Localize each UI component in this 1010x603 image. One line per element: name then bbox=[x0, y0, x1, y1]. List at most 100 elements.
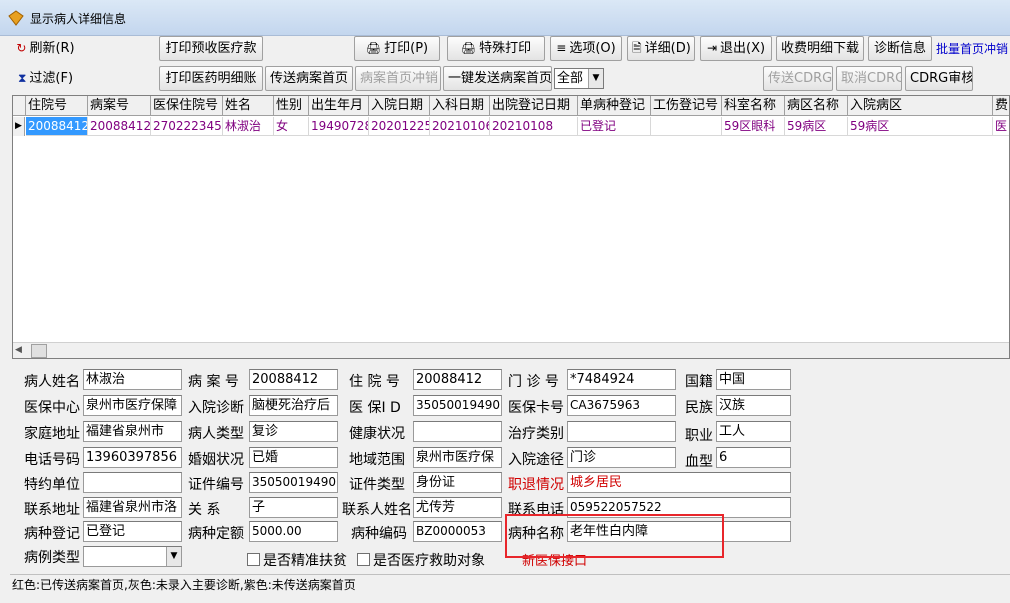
scroll-left-icon[interactable]: ◀ bbox=[15, 345, 22, 355]
column-header[interactable]: 出院登记日期 bbox=[490, 96, 578, 116]
id-type-label: 证件类型 bbox=[349, 477, 405, 493]
scroll-thumb[interactable] bbox=[31, 344, 47, 358]
chevron-down-icon[interactable]: ▼ bbox=[588, 69, 603, 88]
cdrg-review-button[interactable]: CDRG审核 bbox=[905, 66, 973, 91]
job-status-field[interactable]: 城乡居民 bbox=[567, 472, 791, 493]
print-med-detail-button[interactable]: 打印医药明细账 bbox=[159, 66, 263, 91]
blood-field[interactable]: 6 bbox=[716, 447, 791, 468]
disease-reg-label: 病种登记 bbox=[24, 526, 80, 542]
admit-diag-field[interactable]: 脑梗死治疗后 bbox=[249, 395, 338, 416]
column-header[interactable]: 入科日期 bbox=[430, 96, 490, 116]
ins-center-field[interactable]: 泉州市医疗保障 bbox=[83, 395, 182, 416]
table-cell[interactable]: 已登记 bbox=[578, 117, 651, 136]
id-no-label: 证件编号 bbox=[188, 477, 244, 493]
occupation-field[interactable]: 工人 bbox=[716, 421, 791, 442]
medical-aid-checkbox[interactable] bbox=[357, 553, 370, 566]
table-cell[interactable]: 20088412 bbox=[26, 117, 88, 136]
column-header[interactable]: 病案号 bbox=[88, 96, 151, 116]
special-print-button[interactable]: 🖨 特殊打印 bbox=[447, 36, 545, 61]
health-field[interactable] bbox=[413, 421, 502, 442]
table-cell[interactable]: 59病区 bbox=[785, 117, 848, 136]
batch-reverse-link[interactable]: 批量首页冲销 bbox=[936, 40, 1008, 57]
table-cell[interactable]: 270222345 bbox=[151, 117, 223, 136]
column-header[interactable]: 医保住院号 bbox=[151, 96, 223, 116]
patient-type-field[interactable]: 复诊 bbox=[249, 421, 338, 442]
table-cell[interactable]: 医 bbox=[993, 117, 1009, 136]
table-cell[interactable]: 20210106 bbox=[430, 117, 490, 136]
precise-poverty-checkbox[interactable] bbox=[247, 553, 260, 566]
filter-combo[interactable]: 全部 ▼ bbox=[554, 68, 604, 89]
table-cell[interactable]: 19490728 bbox=[309, 117, 369, 136]
app-icon bbox=[8, 10, 24, 26]
ethnic-label: 民族 bbox=[685, 400, 713, 416]
disease-quota-field[interactable]: 5000.00 bbox=[249, 521, 338, 542]
exit-button[interactable]: ⇥ 退出(X) bbox=[700, 36, 772, 61]
diagnosis-button[interactable]: 诊断信息 bbox=[868, 36, 932, 61]
column-header[interactable]: 性别 bbox=[274, 96, 309, 116]
title-bar: 显示病人详细信息 bbox=[0, 0, 1010, 36]
phone-field[interactable]: 13960397856 bbox=[83, 447, 182, 468]
home-addr-field[interactable]: 福建省泉州市 bbox=[83, 421, 182, 442]
treat-type-field[interactable] bbox=[567, 421, 676, 442]
table-cell[interactable]: 女 bbox=[274, 117, 309, 136]
column-header[interactable]: 出生年月 bbox=[309, 96, 369, 116]
contact-name-field[interactable]: 尤传芳 bbox=[413, 497, 502, 518]
record-reverse-button[interactable]: 病案首页冲销 bbox=[355, 66, 441, 91]
ins-card-field[interactable]: CA3675963 bbox=[567, 395, 676, 416]
cancel-cdrg-button[interactable]: 取消CDRG bbox=[836, 66, 902, 91]
ethnic-field[interactable]: 汉族 bbox=[716, 395, 791, 416]
contract-unit-label: 特约单位 bbox=[24, 477, 80, 493]
options-button[interactable]: ≡ 选项(O) bbox=[550, 36, 622, 61]
one-click-send-button[interactable]: 一键发送病案首页 bbox=[443, 66, 552, 91]
disease-quota-label: 病种定额 bbox=[188, 526, 244, 542]
table-cell[interactable]: 59病区 bbox=[848, 117, 993, 136]
case-type-select[interactable]: ▼ bbox=[83, 546, 182, 567]
patient-grid[interactable]: 住院号 病案号 医保住院号 姓名 性别 出生年月 入院日期 入科日期 出院登记日… bbox=[12, 95, 1010, 359]
column-header[interactable]: 入院日期 bbox=[369, 96, 430, 116]
column-header[interactable]: 住院号 bbox=[26, 96, 88, 116]
inpatient-no-field[interactable]: 20088412 bbox=[413, 369, 502, 390]
nationality-field[interactable]: 中国 bbox=[716, 369, 791, 390]
marital-field[interactable]: 已婚 bbox=[249, 447, 338, 468]
horizontal-scrollbar[interactable]: ◀ bbox=[13, 342, 1009, 358]
column-header[interactable]: 姓名 bbox=[223, 96, 274, 116]
id-type-field[interactable]: 身份证 bbox=[413, 472, 502, 493]
column-header[interactable]: 入院病区 bbox=[848, 96, 993, 116]
chevron-down-icon[interactable]: ▼ bbox=[166, 547, 181, 566]
disease-reg-field[interactable]: 已登记 bbox=[83, 521, 182, 542]
table-cell[interactable]: 林淑治 bbox=[223, 117, 274, 136]
contact-addr-field[interactable]: 福建省泉州市洛 bbox=[83, 497, 182, 518]
column-header[interactable]: 工伤登记号 bbox=[651, 96, 722, 116]
status-legend: 红色:已传送病案首页,灰色:未录入主要诊断,紫色:未传送病案首页 bbox=[10, 574, 1010, 594]
disease-code-field[interactable]: BZ0000053 bbox=[413, 521, 502, 542]
admit-route-field[interactable]: 门诊 bbox=[567, 447, 676, 468]
column-header[interactable]: 费 bbox=[993, 96, 1009, 116]
name-field[interactable]: 林淑治 bbox=[83, 369, 182, 390]
print-button[interactable]: 🖨 打印(P) bbox=[354, 36, 440, 61]
contract-unit-field[interactable] bbox=[83, 472, 182, 493]
send-cdrg-button[interactable]: 传送CDRG bbox=[763, 66, 833, 91]
region-field[interactable]: 泉州市医疗保 bbox=[413, 447, 502, 468]
outpatient-no-field[interactable]: *7484924 bbox=[567, 369, 676, 390]
table-cell[interactable] bbox=[651, 117, 722, 136]
table-cell[interactable]: 20088412 bbox=[88, 117, 151, 136]
ins-card-label: 医保卡号 bbox=[508, 400, 564, 416]
detail-button[interactable]: 🗎 详细(D) bbox=[627, 36, 695, 61]
record-no-field[interactable]: 20088412 bbox=[249, 369, 338, 390]
table-cell[interactable]: 20201225 bbox=[369, 117, 430, 136]
send-record-button[interactable]: 传送病案首页 bbox=[265, 66, 353, 91]
column-header[interactable]: 科室名称 bbox=[722, 96, 785, 116]
ins-id-field[interactable]: 350500194907 bbox=[413, 395, 502, 416]
id-no-field[interactable]: 350500194907 bbox=[249, 472, 338, 493]
table-cell[interactable]: 20210108 bbox=[490, 117, 578, 136]
filter-button[interactable]: ⧗ 过滤(F) bbox=[8, 66, 83, 91]
filter-combo-value: 全部 bbox=[557, 71, 584, 86]
relation-field[interactable]: 子 bbox=[249, 497, 338, 518]
column-header[interactable]: 单病种登记 bbox=[578, 96, 651, 116]
refresh-button[interactable]: ↻ 刷新(R) bbox=[8, 36, 83, 61]
print-preview-button[interactable]: 打印预收医疗款 bbox=[159, 36, 263, 61]
column-header[interactable]: 病区名称 bbox=[785, 96, 848, 116]
one-click-send-label: 一键发送病案首页 bbox=[448, 71, 552, 86]
fee-download-button[interactable]: 收费明细下载 bbox=[776, 36, 864, 61]
table-cell[interactable]: 59区眼科 bbox=[722, 117, 785, 136]
